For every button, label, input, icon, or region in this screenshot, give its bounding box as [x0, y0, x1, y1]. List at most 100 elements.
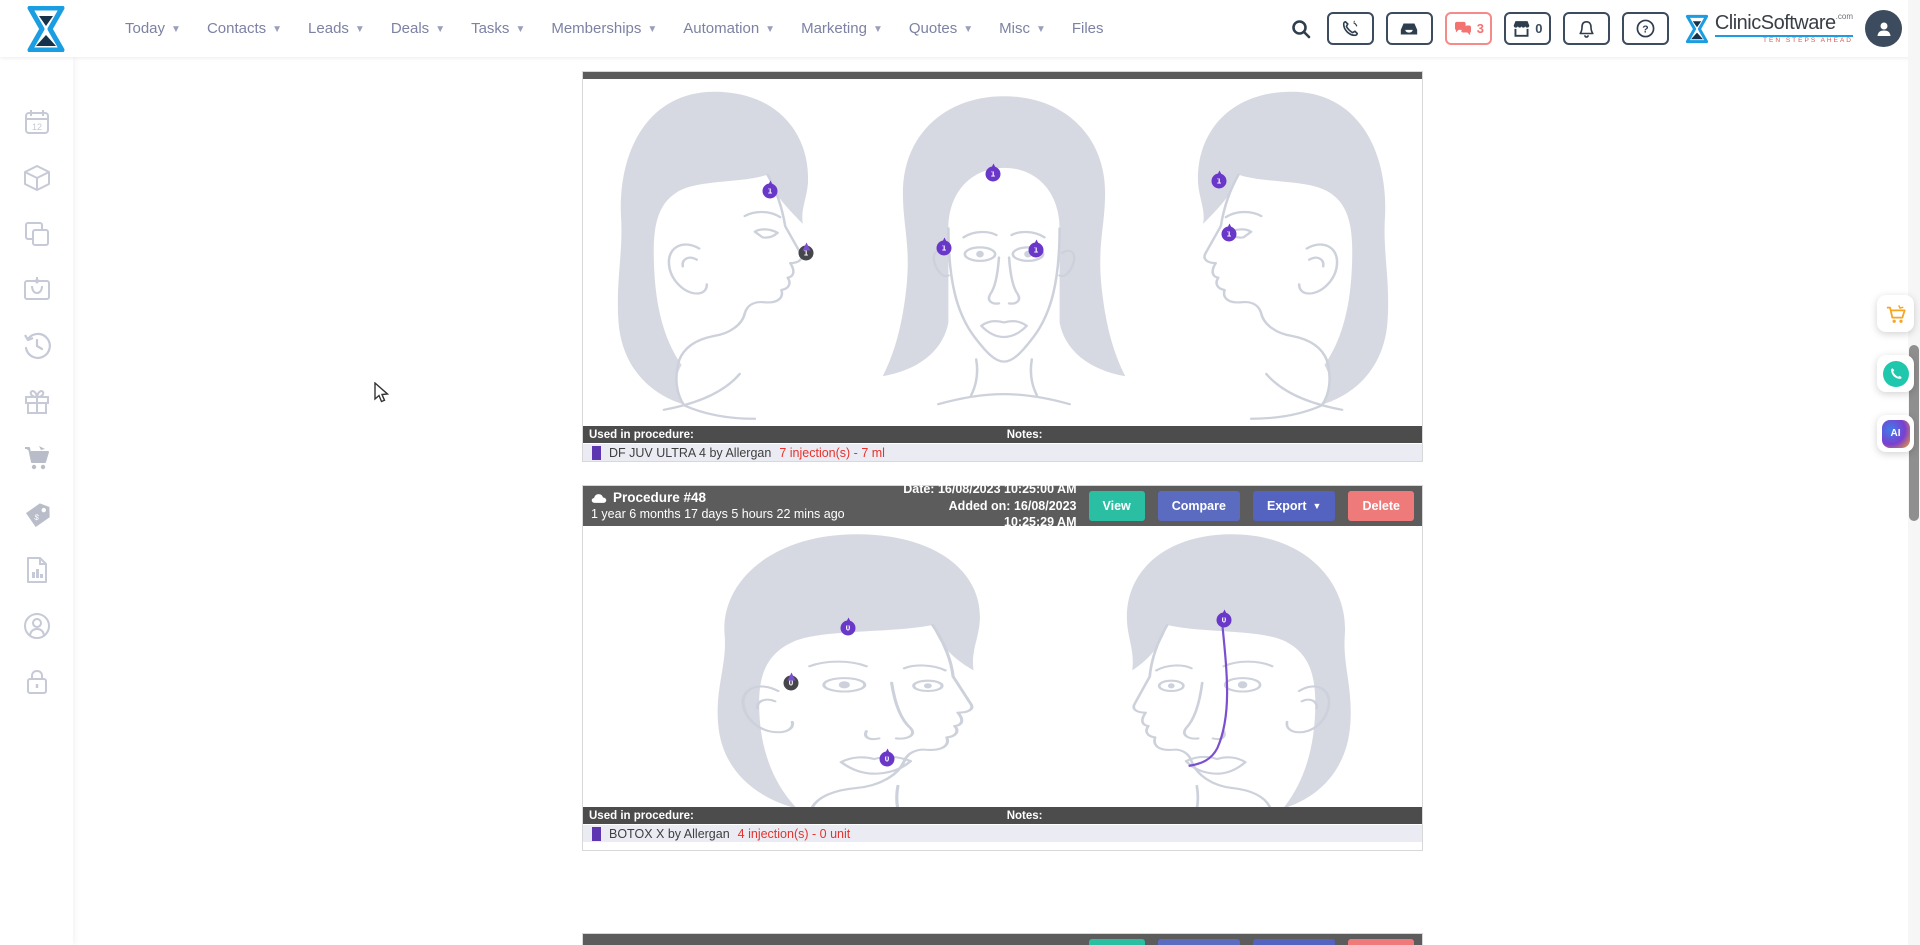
person-icon	[1874, 19, 1894, 39]
gift-icon[interactable]	[20, 385, 53, 418]
product-usage: 7 injection(s) - 7 ml	[779, 446, 885, 460]
search-icon[interactable]	[1287, 15, 1315, 43]
injection-pin[interactable]: 1	[986, 167, 1001, 182]
account-icon[interactable]	[20, 609, 53, 642]
procedure-card-48: Procedure #48 1 year 6 months 17 days 5 …	[582, 485, 1423, 851]
nav-misc[interactable]: Misc▼	[999, 20, 1046, 37]
cart-icon[interactable]	[20, 441, 53, 474]
nav-contacts[interactable]: Contacts▼	[207, 20, 282, 37]
injection-pin[interactable]: 1	[937, 241, 952, 256]
floating-cart-button[interactable]	[1877, 295, 1914, 332]
injection-pin[interactable]: 0	[1217, 613, 1232, 628]
injection-pin[interactable]: 1	[1029, 243, 1044, 258]
procedure-age: 1 year 6 months 17 days 5 hours 22 mins …	[591, 507, 901, 523]
phone-icon	[1341, 20, 1359, 38]
price-tag-icon[interactable]: $	[20, 497, 53, 530]
export-button[interactable]: Export▼	[1253, 491, 1336, 521]
delete-button[interactable]: Delete	[1348, 491, 1414, 521]
brand-tagline: TEN STEPS AHEAD	[1715, 35, 1853, 45]
floating-whatsapp-button[interactable]	[1877, 355, 1914, 392]
history-icon[interactable]	[20, 329, 53, 362]
left-sidebar: 12 $	[0, 57, 73, 945]
report-icon[interactable]	[20, 553, 53, 586]
brand-hourglass-icon	[1685, 14, 1709, 44]
floating-tools: AI	[1877, 295, 1914, 452]
floating-ai-button[interactable]: AI	[1877, 415, 1914, 452]
order-basket-icon[interactable]	[20, 273, 53, 306]
view-button[interactable]: View	[1089, 939, 1145, 945]
injection-pin[interactable]: 0	[841, 621, 856, 636]
nav-leads[interactable]: Leads▼	[308, 20, 365, 37]
nav-tasks[interactable]: Tasks▼	[471, 20, 525, 37]
copy-icon[interactable]	[20, 217, 53, 250]
procedure-dates: Date: 16/08/2023 10:25:00 AM Added on: 1…	[901, 481, 1089, 532]
notifications-button[interactable]	[1563, 12, 1610, 45]
inbox-button[interactable]	[1386, 12, 1433, 45]
nav-memberships[interactable]: Memberships▼	[551, 20, 657, 37]
calendar-icon[interactable]: 12	[20, 105, 53, 138]
phone-button[interactable]	[1327, 12, 1374, 45]
store-icon	[1512, 20, 1531, 37]
card-header-partial	[583, 72, 1422, 79]
view-button[interactable]: View	[1089, 491, 1145, 521]
face-profile-left-image	[583, 85, 861, 421]
chevron-down-icon: ▼	[963, 24, 973, 35]
compare-button[interactable]: Compare	[1158, 939, 1240, 945]
main-navigation: Today▼ Contacts▼ Leads▼ Deals▼ Tasks▼ Me…	[125, 20, 1104, 37]
ai-icon: AI	[1882, 420, 1910, 448]
chevron-down-icon: ▼	[435, 24, 445, 35]
used-in-procedure-bar: Used in procedure: Notes:	[583, 807, 1422, 824]
product-color-swatch	[592, 827, 601, 841]
face-diagram-area: 0 0 0 0	[583, 526, 1422, 807]
lock-icon[interactable]	[20, 665, 53, 698]
nav-files[interactable]: Files	[1072, 20, 1104, 37]
nav-automation[interactable]: Automation▼	[683, 20, 775, 37]
whatsapp-icon	[1883, 361, 1909, 387]
card-header: Procedure #1 Date: 10/08/2023 07:33:00 A…	[583, 934, 1422, 945]
procedure-product-row: DF JUV ULTRA 4 by Allergan 7 injection(s…	[583, 443, 1422, 461]
clinicsoftware-logo[interactable]: ClinicSoftware.com TEN STEPS AHEAD	[1685, 13, 1853, 45]
chat-button[interactable]: 3	[1445, 12, 1492, 45]
injection-pin-dark[interactable]: 1	[799, 246, 814, 261]
chevron-down-icon: ▼	[171, 24, 181, 35]
chevron-down-icon: ▼	[765, 24, 775, 35]
nav-marketing[interactable]: Marketing▼	[801, 20, 883, 37]
bell-icon	[1578, 20, 1595, 38]
export-button[interactable]: Export▼	[1253, 939, 1336, 945]
card-header: Procedure #48 1 year 6 months 17 days 5 …	[583, 486, 1422, 526]
help-button[interactable]: ?	[1622, 12, 1669, 45]
face-diagram-area: 1 1 1 1 1 1 1	[583, 79, 1422, 426]
chevron-down-icon: ▼	[873, 24, 883, 35]
compare-button[interactable]: Compare	[1158, 491, 1240, 521]
store-button[interactable]: 0	[1504, 12, 1551, 45]
delete-button[interactable]: Delete	[1348, 939, 1414, 945]
chat-bubbles-icon	[1453, 21, 1473, 37]
chevron-down-icon: ▼	[355, 24, 365, 35]
top-bar: Today▼ Contacts▼ Leads▼ Deals▼ Tasks▼ Me…	[0, 0, 1920, 57]
face-threequarter-left-image	[1073, 526, 1422, 807]
product-name: BOTOX X by Allergan	[609, 827, 730, 841]
content-area: 1 1 1 1 1 1 1 Used in procedure: Notes: …	[73, 57, 1920, 945]
app-logo-hourglass-icon[interactable]	[26, 6, 66, 52]
page-scrollbar	[1908, 0, 1920, 945]
injection-pin[interactable]: 1	[1212, 174, 1227, 189]
cube-icon[interactable]	[20, 161, 53, 194]
product-color-swatch	[592, 446, 601, 460]
question-icon: ?	[1636, 19, 1655, 38]
top-actions: 3 0 ? ClinicSoftware.com TEN STEPS AHEAD	[1287, 0, 1902, 57]
injection-pin[interactable]: 1	[763, 184, 778, 199]
nav-today[interactable]: Today▼	[125, 20, 181, 37]
nav-deals[interactable]: Deals▼	[391, 20, 445, 37]
injection-pin-dark[interactable]: 0	[784, 676, 799, 691]
injection-pin[interactable]: 1	[1222, 227, 1237, 242]
injection-pin[interactable]: 0	[880, 752, 895, 767]
clinic-software-app: Today▼ Contacts▼ Leads▼ Deals▼ Tasks▼ Me…	[0, 0, 1920, 945]
svg-text:?: ?	[1642, 24, 1648, 35]
used-in-procedure-bar: Used in procedure: Notes:	[583, 426, 1422, 443]
user-avatar[interactable]	[1865, 10, 1902, 47]
chevron-down-icon: ▼	[1313, 501, 1322, 511]
nav-quotes[interactable]: Quotes▼	[909, 20, 973, 37]
procedure-card-previous: 1 1 1 1 1 1 1 Used in procedure: Notes: …	[582, 71, 1423, 462]
store-badge: 0	[1535, 21, 1542, 36]
procedure-title: Procedure #48	[613, 490, 706, 507]
